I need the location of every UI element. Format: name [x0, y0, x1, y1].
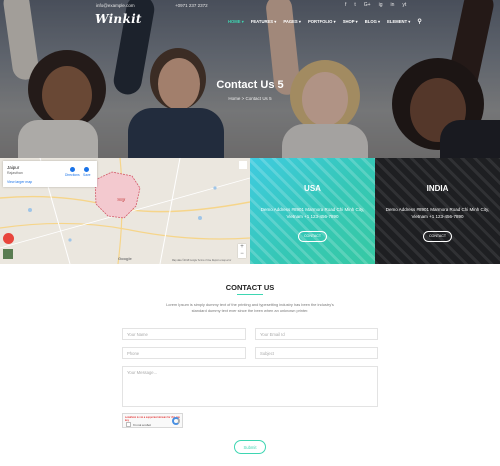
recaptcha-icon	[172, 417, 180, 425]
breadcrumb: Home > Contact Us 5	[228, 96, 272, 101]
instagram-icon[interactable]: ig	[379, 2, 383, 8]
contact-title: CONTACT US	[225, 283, 275, 292]
zoom-control[interactable]: + −	[238, 244, 246, 258]
map-footer: Map data ©2018 Google Terms of Use Repor…	[172, 260, 232, 262]
youtube-icon[interactable]: yt	[402, 2, 406, 8]
directions-icon	[69, 167, 75, 172]
save-label: Save	[83, 173, 91, 177]
topbar-phone[interactable]: +0971 237 2372	[175, 3, 208, 8]
office-country: USA	[304, 184, 321, 193]
map-info-card: Jaipur Rajasthan View larger map Directi…	[3, 161, 97, 187]
site-logo[interactable]: Winkit	[95, 12, 142, 26]
twitter-icon[interactable]: t	[354, 2, 355, 8]
office-address: Demo Address #8901 Marmora Road Chi Minh…	[260, 207, 365, 219]
phone-field[interactable]	[122, 347, 246, 359]
save-icon	[84, 167, 90, 172]
name-field[interactable]	[122, 328, 246, 340]
directions-label: Directions	[65, 173, 80, 177]
recaptcha-checkbox[interactable]	[126, 422, 131, 427]
facebook-icon[interactable]: f	[345, 2, 346, 8]
search-icon[interactable]: ⚲	[417, 18, 421, 25]
nav-item-portfolio[interactable]: PORTFOLIO ▾	[308, 19, 336, 25]
title-underline	[237, 294, 263, 295]
map-place-name: Jaipur	[7, 165, 20, 170]
map-city-label: जयपुर	[117, 198, 126, 202]
email-field[interactable]	[255, 328, 378, 340]
satellite-toggle-icon[interactable]	[3, 249, 13, 259]
nav-item-pages[interactable]: PAGES ▾	[283, 19, 301, 25]
main-nav: HOME ▾ FEATURES ▾ PAGES ▾ PORTFOLIO ▾ SH…	[228, 19, 422, 25]
contact-description: Lorem Ipsum is simply dummy text of the …	[166, 302, 334, 313]
submit-button[interactable]: Submit	[234, 440, 266, 454]
pegman-icon[interactable]	[239, 161, 247, 169]
location-map[interactable]: Jaipur Rajasthan View larger map Directi…	[0, 158, 250, 264]
nav-item-shop[interactable]: SHOP ▾	[343, 19, 358, 25]
nav-item-element[interactable]: ELEMENT ▾	[387, 19, 410, 25]
top-bar: info@example.com +0971 237 2372 f t G+ i…	[0, 0, 500, 9]
linkedin-icon[interactable]: in	[391, 2, 395, 8]
map-region: Rajasthan	[7, 171, 23, 175]
google-logo: Google	[118, 256, 132, 261]
location-pin-icon[interactable]	[3, 233, 14, 244]
nav-item-home[interactable]: HOME ▾	[228, 19, 244, 25]
office-address: Demo Address #8901 Marmora Road Chi Minh…	[385, 207, 490, 219]
page-title: Contact Us 5	[216, 79, 284, 91]
office-usa: USA Demo Address #8901 Marmora Road Chi …	[250, 158, 375, 264]
office-country: INDIA	[426, 184, 449, 193]
contact-india-button[interactable]: CONTACT	[423, 231, 452, 242]
save-button[interactable]: Save	[83, 167, 91, 177]
nav-item-features[interactable]: FEATURES ▾	[251, 19, 277, 25]
subject-field[interactable]	[255, 347, 378, 359]
recaptcha-widget: Localhost is not a supported domain for …	[122, 413, 183, 428]
hero-banner: info@example.com +0971 237 2372 f t G+ i…	[0, 0, 500, 158]
directions-button[interactable]: Directions	[65, 167, 80, 177]
topbar-email[interactable]: info@example.com	[96, 3, 135, 8]
view-larger-map-link[interactable]: View larger map	[7, 180, 32, 184]
recaptcha-label: I'm not a robot	[133, 423, 151, 427]
contact-usa-button[interactable]: CONTACT	[298, 231, 327, 242]
google-plus-icon[interactable]: G+	[364, 2, 371, 8]
nav-item-blog[interactable]: BLOG ▾	[365, 19, 380, 25]
message-field[interactable]	[122, 366, 378, 407]
social-links: f t G+ ig in yt	[345, 2, 406, 8]
office-india: INDIA Demo Address #8901 Marmora Road Ch…	[375, 158, 500, 264]
